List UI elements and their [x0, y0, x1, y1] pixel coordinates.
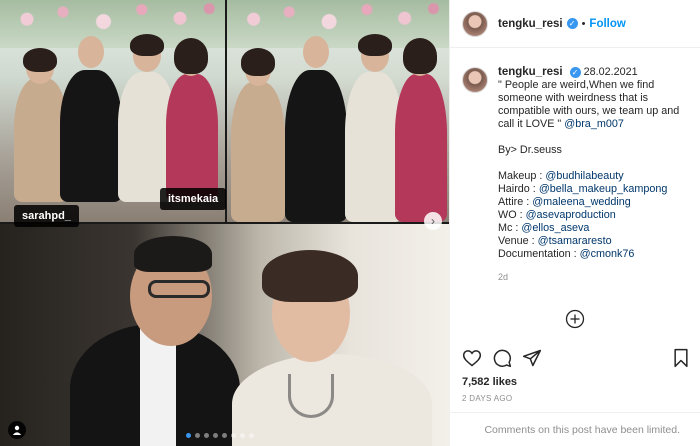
person-pink-dress	[395, 74, 447, 222]
quote-author: By> Dr.seuss	[498, 144, 562, 156]
plus-circle-icon[interactable]	[565, 309, 585, 329]
credit-label: Documentation :	[498, 248, 580, 260]
photo-user-tag[interactable]: sarahpd_	[14, 205, 79, 227]
credit-label: Venue :	[498, 235, 538, 247]
carousel-dot	[213, 433, 218, 438]
caption-text: tengku_resi ✓ 28.02.2021 " People are we…	[498, 66, 679, 446]
carousel-dot	[195, 433, 200, 438]
person-suit	[60, 70, 122, 202]
paper-plane-icon[interactable]	[522, 348, 542, 368]
photo-user-tag[interactable]: itsmekaia	[160, 188, 227, 210]
likes-count[interactable]: 7,582 likes	[462, 376, 517, 388]
mention-link[interactable]: @asevaproduction	[526, 209, 616, 221]
heart-icon[interactable]	[462, 348, 482, 368]
caption-age: 2d	[498, 272, 509, 282]
mention-link[interactable]: @bra_m007	[564, 118, 624, 130]
comment-bubble-icon[interactable]	[492, 348, 512, 368]
photo-group-right	[227, 0, 449, 222]
user-icon	[12, 425, 22, 435]
mention-link[interactable]: @cmonk76	[580, 248, 635, 260]
comments-limited-notice: Comments on this post have been limited.	[450, 412, 700, 446]
post-header: tengku_resi ✓ • Follow	[450, 0, 700, 48]
caption-line: call it LOVE "	[498, 118, 565, 130]
carousel-dot	[240, 433, 245, 438]
caption-line: someone with weirdness that is	[498, 92, 649, 104]
mention-link[interactable]: @ellos_aseva	[521, 222, 589, 234]
bookmark-icon[interactable]	[672, 348, 690, 368]
carousel-dot	[186, 433, 191, 438]
carousel-dots	[186, 433, 254, 438]
credit-label: Attire :	[498, 196, 533, 208]
carousel-dot	[204, 433, 209, 438]
carousel-dot	[249, 433, 254, 438]
mention-link[interactable]: @maleena_wedding	[532, 196, 631, 208]
mention-link[interactable]: @bella_makeup_kampong	[539, 183, 668, 195]
person-suit	[285, 70, 347, 222]
credit-label: Makeup :	[498, 170, 546, 182]
photo-couple	[0, 224, 449, 446]
mention-link[interactable]: @budhilabeauty	[545, 170, 623, 182]
instagram-post: sarahpd_ itsmekaia › tengku_resi ✓ • Fol…	[0, 0, 700, 446]
person-pink-dress	[166, 74, 218, 202]
separator-dot: •	[581, 17, 586, 30]
avatar[interactable]	[462, 10, 488, 37]
caption-date: 28.02.2021	[583, 66, 638, 78]
credit-label: Mc :	[498, 222, 522, 234]
caption-username[interactable]: tengku_resi	[498, 66, 563, 78]
carousel-dot	[222, 433, 227, 438]
follow-button[interactable]: Follow	[589, 18, 625, 30]
username[interactable]: tengku_resi	[498, 18, 563, 30]
credit-label: WO :	[498, 209, 526, 221]
action-bar	[462, 348, 692, 370]
verified-badge-icon: ✓	[569, 66, 581, 78]
caption-line: compatible with ours, we team up and	[498, 105, 680, 117]
carousel-dot	[231, 433, 236, 438]
verified-badge-icon: ✓	[566, 18, 578, 29]
person-dress	[231, 82, 285, 222]
credit-label: Hairdo :	[498, 183, 539, 195]
user-icon[interactable]	[8, 421, 26, 439]
post-timestamp: 2 DAYS AGO	[462, 394, 513, 403]
avatar[interactable]	[462, 67, 488, 93]
mention-link[interactable]: @tsamararesto	[538, 235, 612, 247]
chevron-right-icon[interactable]: ›	[424, 212, 442, 230]
post-media[interactable]: sarahpd_ itsmekaia ›	[0, 0, 449, 446]
caption-line: " People are weird,When we find	[498, 79, 655, 91]
